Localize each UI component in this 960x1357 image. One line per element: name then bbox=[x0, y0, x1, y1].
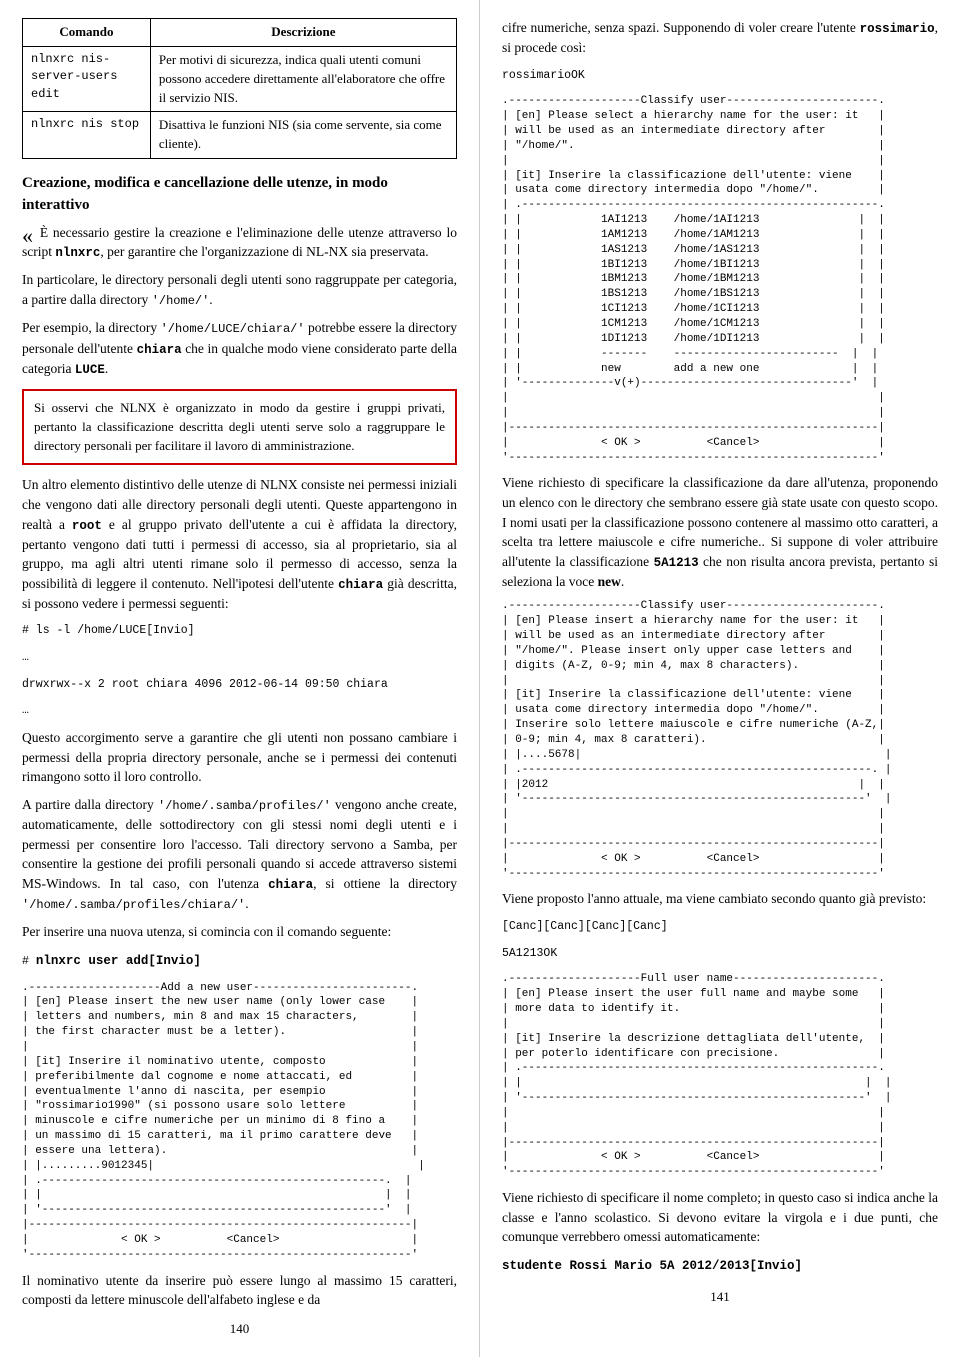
paragraph-1: « È necessario gestire la creazione e l'… bbox=[22, 223, 457, 263]
col-header-comando: Comando bbox=[23, 19, 151, 47]
cmd-add-text: nlnxrc user add[Invio] bbox=[36, 954, 201, 968]
right-intro-text: cifre numeriche, senza spazi. Supponendo… bbox=[502, 20, 860, 35]
highlighted-box: Si osservi che NLNX è organizzato in mod… bbox=[22, 389, 457, 466]
terminal-add-user: .--------------------Add a new user-----… bbox=[22, 981, 457, 1263]
paragraph-8: Il nominativo utente da inserire può ess… bbox=[22, 1271, 457, 1310]
table-row: nlnxrc nis stop Disattiva le funzioni NI… bbox=[23, 112, 457, 159]
proposed-para: Viene proposto l'anno attuale, ma viene … bbox=[502, 889, 938, 909]
code-5A1213: 5A1213OK bbox=[502, 944, 938, 965]
desc-cell-2: Disattiva le funzioni NIS (sia come serv… bbox=[150, 112, 456, 159]
rossimario-cmd: rossimarioOK bbox=[502, 66, 938, 87]
paragraph-3: Per esempio, la directory '/home/LUCE/ch… bbox=[22, 318, 457, 379]
cmd-ls-hash: # ls -l /home/LUCE[Invio] bbox=[22, 624, 195, 637]
rossimario-text: rossimario bbox=[502, 69, 571, 82]
right-page: cifre numeriche, senza spazi. Supponendo… bbox=[480, 0, 960, 1357]
paragraph-5: Questo accorgimento serve a garantire ch… bbox=[22, 728, 457, 787]
para3-code1: '/home/LUCE/chiara/' bbox=[161, 322, 305, 336]
code-5A1213-text: 5A1213 bbox=[502, 947, 543, 960]
para2-code: '/home/' bbox=[152, 294, 210, 308]
paragraph-2: In particolare, le directory personali d… bbox=[22, 270, 457, 310]
para1-cmd: nlnxrc bbox=[55, 246, 100, 260]
studente-cmd: studente Rossi Mario 5A 2012/2013[Invio] bbox=[502, 1255, 938, 1278]
right-intro-user: rossimario bbox=[860, 22, 935, 36]
para6-code3: '/home/.samba/profiles/chiara/' bbox=[22, 898, 245, 912]
ellipsis-2: … bbox=[22, 701, 457, 722]
para1-rest: , per garantire che l'organizzazione di … bbox=[100, 244, 428, 259]
new-word: new bbox=[598, 574, 621, 589]
ok-mark: OK bbox=[571, 69, 585, 82]
fullname-para: Viene richiesto di specificare il nome c… bbox=[502, 1188, 938, 1247]
para3-end: . bbox=[105, 361, 108, 376]
section-title: Creazione, modifica e cancellazione dell… bbox=[22, 173, 457, 217]
studente-cmd-text: studente Rossi Mario 5A 2012/2013[Invio] bbox=[502, 1259, 802, 1273]
ok2-mark: OK bbox=[543, 947, 557, 960]
canc-row: [Canc][Canc][Canc][Canc] bbox=[502, 917, 938, 938]
paragraph-4: Un altro elemento distintivo delle utenz… bbox=[22, 475, 457, 613]
para6-code: '/home/.samba/profiles/' bbox=[158, 799, 331, 813]
col-header-descrizione: Descrizione bbox=[150, 19, 456, 47]
para6-rest2: , si ottiene la directory bbox=[313, 876, 457, 891]
cmd-add-block: # nlnxrc user add[Invio] bbox=[22, 950, 457, 973]
right-intro-para: cifre numeriche, senza spazi. Supponendo… bbox=[502, 18, 938, 58]
paragraph-7: Per inserire una nuova utenza, si cominc… bbox=[22, 922, 457, 942]
desc-cell-1: Per motivi di sicurezza, indica quali ut… bbox=[150, 46, 456, 112]
para4-code1: root bbox=[72, 519, 102, 533]
para4-code2: chiara bbox=[338, 578, 383, 592]
terminal-fullname: .--------------------Full user name-----… bbox=[502, 972, 938, 1180]
table-row: nlnxrc nis-server-users edit Per motivi … bbox=[23, 46, 457, 112]
left-page: Comando Descrizione nlnxrc nis-server-us… bbox=[0, 0, 480, 1357]
terminal-classify-1: .--------------------Classify user------… bbox=[502, 94, 938, 465]
paragraph-6: A partire dalla directory '/home/.samba/… bbox=[22, 795, 457, 915]
para6-end: . bbox=[245, 896, 248, 911]
para3-text: Per esempio, la directory bbox=[22, 320, 161, 335]
page-number-left: 140 bbox=[22, 1320, 457, 1339]
para6-code2: chiara bbox=[268, 878, 313, 892]
classif-code: 5A1213 bbox=[654, 556, 699, 570]
cmd-cell-2: nlnxrc nis stop bbox=[23, 112, 151, 159]
classify-para: Viene richiesto di specificare la classi… bbox=[502, 473, 938, 591]
para2-rest: . bbox=[209, 292, 212, 307]
para3-code2: chiara bbox=[137, 343, 182, 357]
cmd-cell-1: nlnxrc nis-server-users edit bbox=[23, 46, 151, 112]
cmd-ls-result: drwxrwx--x 2 root chiara 4096 2012-06-14… bbox=[22, 675, 457, 696]
cmd-add-hash: # bbox=[22, 955, 36, 968]
para2-text: In particolare, le directory personali d… bbox=[22, 272, 457, 307]
cmd-ls-block: # ls -l /home/LUCE[Invio] bbox=[22, 621, 457, 642]
page-number-right: 141 bbox=[502, 1288, 938, 1307]
para3-code3: LUCE bbox=[75, 363, 105, 377]
command-table: Comando Descrizione nlnxrc nis-server-us… bbox=[22, 18, 457, 159]
para6-text: A partire dalla directory bbox=[22, 797, 158, 812]
classify-para-end: . bbox=[621, 574, 624, 589]
ellipsis-1: … bbox=[22, 648, 457, 669]
terminal-classify-2: .--------------------Classify user------… bbox=[502, 599, 938, 881]
